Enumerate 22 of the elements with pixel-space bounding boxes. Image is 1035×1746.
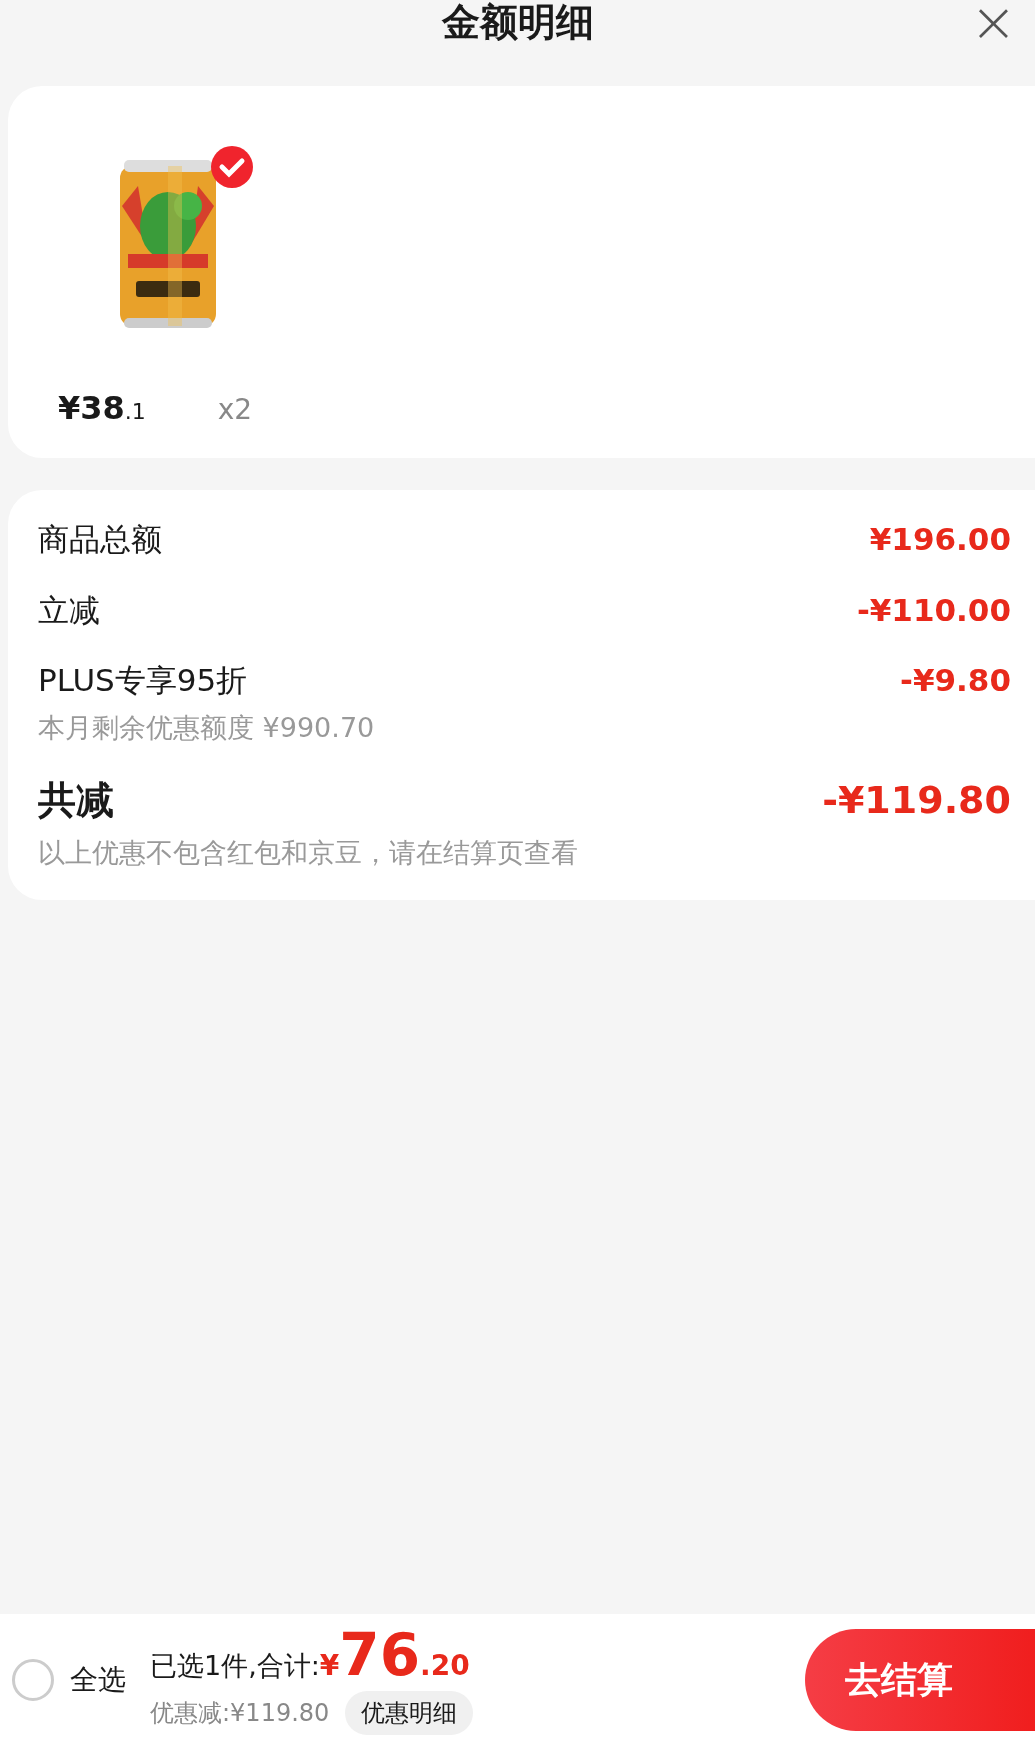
breakdown-amount: -¥119.80	[822, 777, 1011, 824]
total-price: ¥76.20	[319, 1625, 470, 1687]
discount-text: 优惠减:¥119.80	[150, 1697, 330, 1729]
breakdown-label: 商品总额	[38, 520, 162, 559]
checkout-button[interactable]: 去结算	[805, 1629, 1035, 1731]
discount-details-button[interactable]: 优惠明细	[345, 1690, 474, 1735]
item-price: ¥38.1	[58, 388, 146, 429]
breakdown-note: 以上优惠不包含红包和京豆，请在结算页查看	[38, 836, 579, 870]
breakdown-label: 立减	[38, 590, 100, 630]
breakdown-amount: -¥9.80	[900, 661, 1011, 700]
summary-label: 已选1件,合计:	[150, 1648, 320, 1683]
select-all-label[interactable]: 全选	[70, 1659, 126, 1701]
check-icon[interactable]	[211, 146, 253, 188]
page-title: 金额明细	[441, 0, 594, 44]
breakdown-label: PLUS专享95折	[38, 661, 248, 700]
close-button[interactable]: ×	[964, 0, 1023, 44]
select-all-checkbox[interactable]	[12, 1659, 54, 1701]
breakdown-note: 本月剩余优惠额度 ¥990.70	[38, 710, 376, 745]
breakdown-label: 共减	[38, 777, 114, 824]
breakdown-amount: -¥110.00	[856, 590, 1011, 630]
breakdown-amount: ¥196.00	[869, 520, 1011, 559]
item-quantity: x2	[216, 392, 253, 428]
